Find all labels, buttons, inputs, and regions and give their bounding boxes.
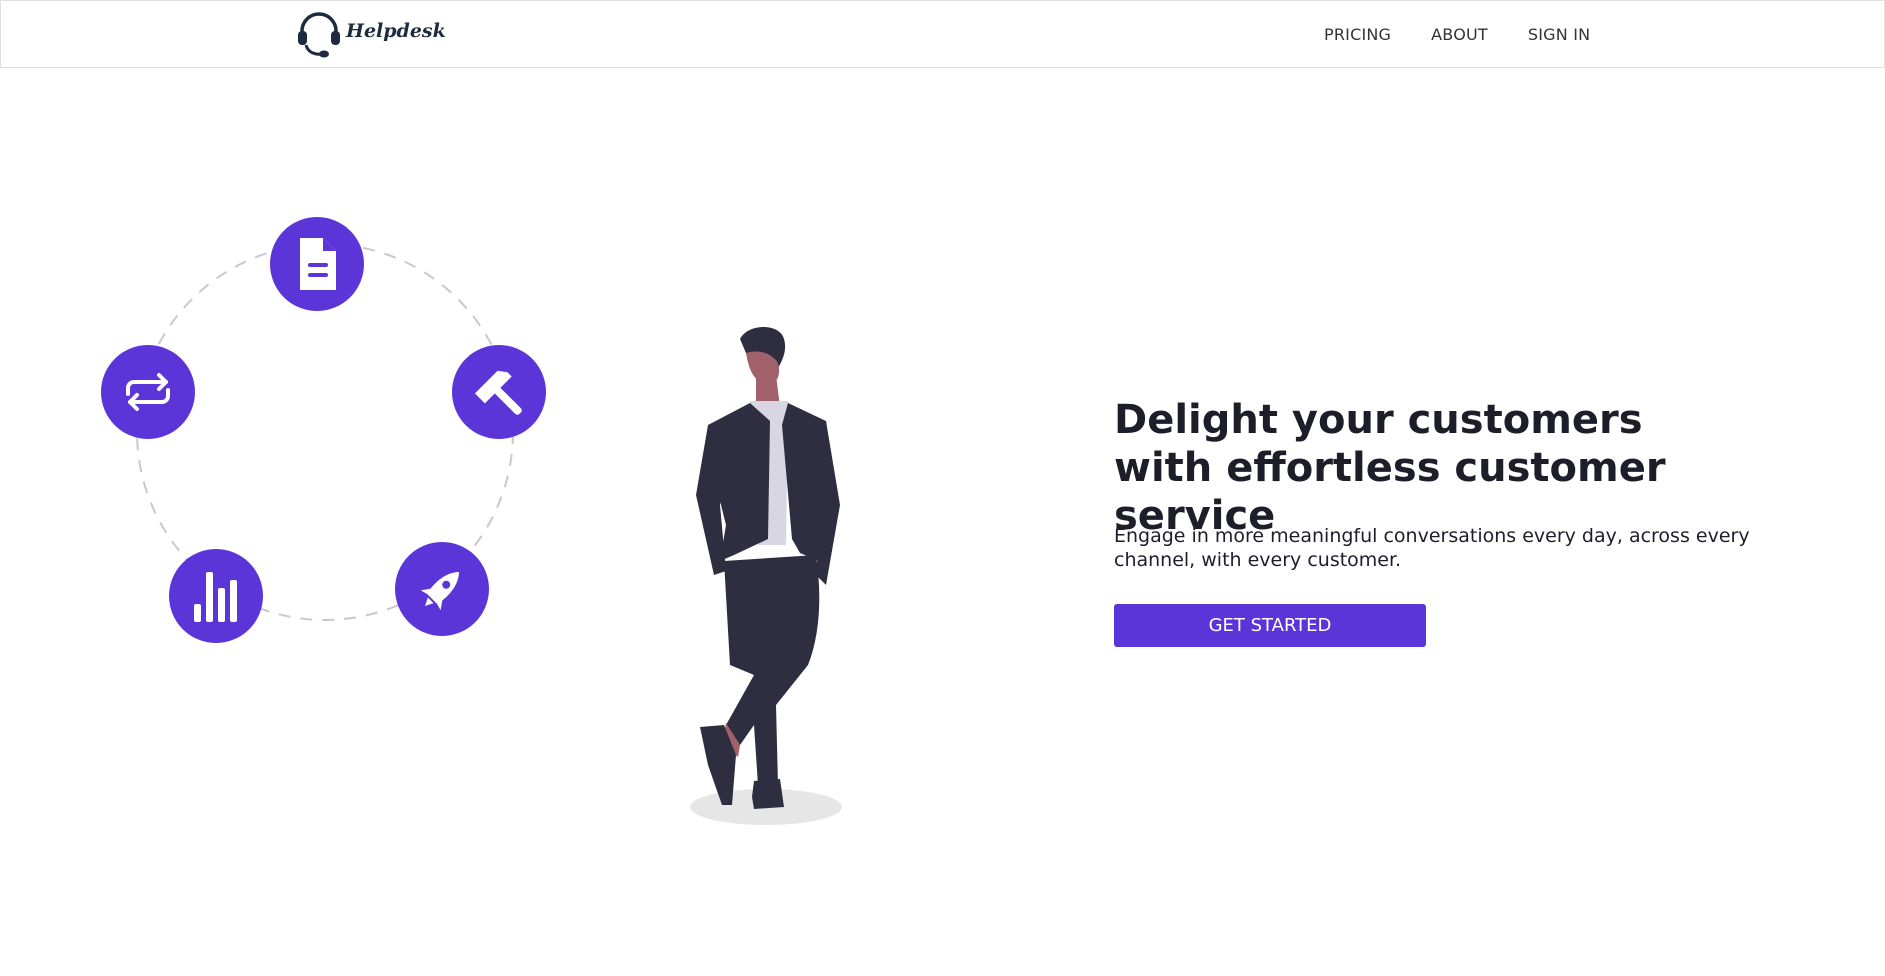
brand-logo[interactable]: Helpdesk: [296, 9, 446, 61]
hero-title: Delight your customers with effortless c…: [1114, 397, 1666, 539]
brand-name: Helpdesk: [346, 20, 446, 42]
features-ring-illustration: [101, 217, 546, 643]
get-started-button[interactable]: GET STARTED: [1114, 604, 1426, 647]
right-shoe: [752, 779, 784, 809]
headset-icon: [298, 12, 340, 58]
document-icon: [270, 217, 364, 311]
nav-pricing-link[interactable]: PRICING: [1324, 25, 1391, 44]
bar-chart-icon: [169, 549, 263, 643]
main-nav: PRICING ABOUT SIGN IN: [1324, 1, 1630, 67]
nav-about-link[interactable]: ABOUT: [1431, 25, 1488, 44]
top-navbar: Helpdesk PRICING ABOUT SIGN IN: [0, 0, 1885, 68]
repeat-icon: [101, 345, 195, 439]
hammer-icon: [452, 345, 546, 439]
businessman-illustration: [690, 327, 842, 825]
rocket-icon: [395, 542, 489, 636]
nav-sign-in-link[interactable]: SIGN IN: [1528, 25, 1590, 44]
hero-subtitle: Engage in more meaningful conversations …: [1114, 525, 1750, 571]
